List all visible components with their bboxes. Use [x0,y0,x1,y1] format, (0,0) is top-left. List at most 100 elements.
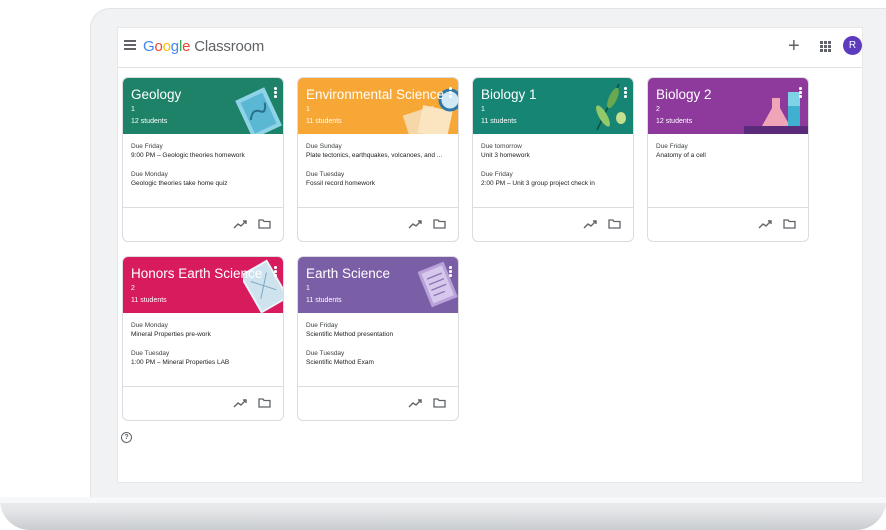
trending-up-icon[interactable] [408,219,422,230]
card-actions [123,207,283,241]
card-actions [298,386,458,420]
due-date-label: Due Friday [306,322,338,329]
upcoming-work: Due Friday Scientific Method presentatio… [306,321,452,377]
folder-icon[interactable] [258,398,271,408]
assignment-item: Due tomorrow Unit 3 homework [481,142,627,160]
class-card-header[interactable]: Geology 1 12 students [123,78,283,134]
trending-up-icon[interactable] [583,219,597,230]
logo-letter: e [182,38,191,55]
class-section: 1 [306,106,310,113]
more-options-icon[interactable] [274,266,277,277]
more-options-icon[interactable] [799,87,802,98]
due-date-label: Due Monday [131,171,168,178]
assignment-item: Due Monday Mineral Properties pre-work [131,321,277,339]
assignment-link[interactable]: Anatomy of a cell [656,151,802,160]
class-card[interactable]: Biology 1 1 11 students Due tomorrow Uni… [472,77,634,242]
due-date-label: Due Tuesday [306,171,345,178]
assignment-link[interactable]: 1:00 PM – Mineral Properties LAB [131,358,277,367]
class-name[interactable]: Biology 2 [656,87,712,102]
laptop-scene: Google Classroom + R Geology 1 12 studen… [0,0,886,530]
due-date-label: Due Tuesday [306,350,345,357]
logo-letter: g [170,38,179,55]
assignment-link[interactable]: Geologic theories take home quiz [131,179,277,188]
google-apps-icon[interactable] [820,41,831,52]
assignment-link[interactable]: Mineral Properties pre-work [131,330,277,339]
more-options-icon[interactable] [449,266,452,277]
class-card-header[interactable]: Environmental Science 1 11 students [298,78,458,134]
due-date-label: Due Friday [131,143,163,150]
assignment-link[interactable]: 2:00 PM – Unit 3 group project check in [481,179,627,188]
assignment-item: Due Tuesday Fossil record homework [306,170,452,188]
student-count: 11 students [306,118,342,125]
help-icon[interactable]: ? [121,432,132,443]
class-card[interactable]: Earth Science 1 11 students Due Friday S… [297,256,459,421]
due-date-label: Due Friday [656,143,688,150]
trending-up-icon[interactable] [233,398,247,409]
class-section: 1 [306,285,310,292]
due-date-label: Due Sunday [306,143,342,150]
card-actions [648,207,808,241]
app-header: Google Classroom + R [118,28,862,68]
student-count: 12 students [656,118,693,125]
folder-icon[interactable] [258,219,271,229]
upcoming-work: Due Sunday Plate tectonics, earthquakes,… [306,142,452,198]
classroom-screen: Google Classroom + R Geology 1 12 studen… [117,27,863,483]
class-card[interactable]: Environmental Science 1 11 students Due … [297,77,459,242]
class-name[interactable]: Geology [131,87,181,102]
card-actions [473,207,633,241]
class-card[interactable]: Biology 2 2 12 students Due Friday Anato… [647,77,809,242]
due-date-label: Due Friday [481,171,513,178]
assignment-link[interactable]: 9:00 PM – Geologic theories homework [131,151,277,160]
folder-icon[interactable] [433,219,446,229]
due-date-label: Due Tuesday [131,350,170,357]
assignment-link[interactable]: Plate tectonics, earthquakes, volcanoes,… [306,151,452,160]
app-logo[interactable]: Google Classroom [143,38,264,55]
class-name[interactable]: Environmental Science [306,87,444,102]
card-actions [123,386,283,420]
class-card-header[interactable]: Earth Science 1 11 students [298,257,458,313]
assignment-item: Due Sunday Plate tectonics, earthquakes,… [306,142,452,160]
trending-up-icon[interactable] [758,219,772,230]
more-options-icon[interactable] [624,87,627,98]
folder-icon[interactable] [608,219,621,229]
assignment-item: Due Friday 2:00 PM – Unit 3 group projec… [481,170,627,188]
assignment-link[interactable]: Unit 3 homework [481,151,627,160]
class-card[interactable]: Honors Earth Science 2 11 students Due M… [122,256,284,421]
trending-up-icon[interactable] [233,219,247,230]
student-count: 11 students [131,297,167,304]
folder-icon[interactable] [433,398,446,408]
class-section: 1 [131,106,135,113]
assignment-link[interactable]: Fossil record homework [306,179,452,188]
class-card-header[interactable]: Biology 2 2 12 students [648,78,808,134]
assignment-link[interactable]: Scientific Method Exam [306,358,452,367]
upcoming-work: Due Friday 9:00 PM – Geologic theories h… [131,142,277,198]
class-name[interactable]: Earth Science [306,266,390,281]
assignment-item: Due Friday Scientific Method presentatio… [306,321,452,339]
logo-letter: G [143,38,155,55]
class-section: 2 [131,285,135,292]
folder-icon[interactable] [783,219,796,229]
laptop-hinge [0,497,886,503]
upcoming-work: Due Friday Anatomy of a cell [656,142,802,170]
class-name[interactable]: Biology 1 [481,87,537,102]
class-card[interactable]: Geology 1 12 students Due Friday 9:00 PM… [122,77,284,242]
more-options-icon[interactable] [449,87,452,98]
assignment-link[interactable]: Scientific Method presentation [306,330,452,339]
assignment-item: Due Friday Anatomy of a cell [656,142,802,160]
student-count: 12 students [131,118,168,125]
class-card-header[interactable]: Honors Earth Science 2 11 students [123,257,283,313]
trending-up-icon[interactable] [408,398,422,409]
class-card-header[interactable]: Biology 1 1 11 students [473,78,633,134]
student-count: 11 students [306,297,342,304]
account-avatar[interactable]: R [843,36,862,55]
assignment-item: Due Friday 9:00 PM – Geologic theories h… [131,142,277,160]
due-date-label: Due Monday [131,322,168,329]
hamburger-menu-icon[interactable] [124,40,136,50]
class-name[interactable]: Honors Earth Science [131,266,262,281]
create-join-class-button[interactable]: + [788,36,800,56]
student-count: 11 students [481,118,517,125]
more-options-icon[interactable] [274,87,277,98]
logo-letter: o [154,38,163,55]
card-actions [298,207,458,241]
class-section: 1 [481,106,485,113]
